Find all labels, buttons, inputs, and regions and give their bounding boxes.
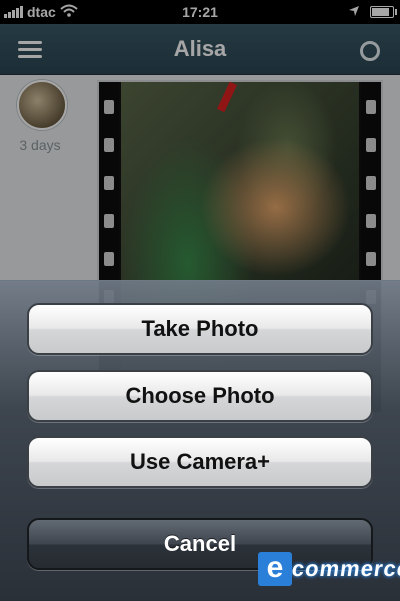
watermark: e commerce [258,552,400,586]
choose-photo-button[interactable]: Choose Photo [27,370,373,422]
take-photo-button[interactable]: Take Photo [27,303,373,355]
watermark-text: commerce [290,556,400,581]
use-camera-plus-button[interactable]: Use Camera+ [27,436,373,488]
watermark-logo: e [258,552,292,586]
